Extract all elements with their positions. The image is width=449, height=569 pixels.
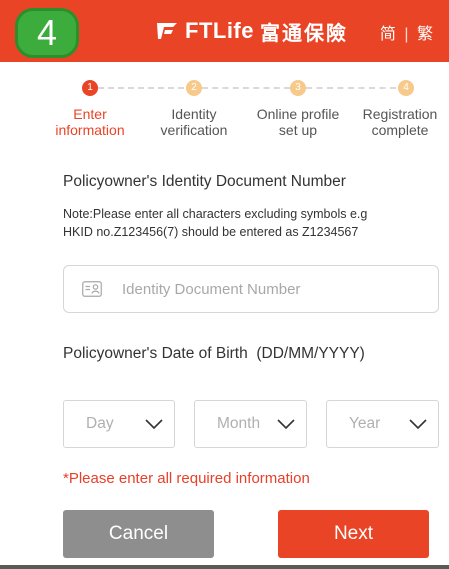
- date-of-birth-heading: Policyowner's Date of Birth (DD/MM/YYYY): [63, 345, 365, 362]
- cancel-button[interactable]: Cancel: [63, 510, 214, 558]
- step-label-enter-information: Enter information: [40, 106, 140, 138]
- day-select[interactable]: Day: [63, 400, 175, 448]
- month-select[interactable]: Month: [194, 400, 307, 448]
- bottom-divider: [0, 565, 449, 569]
- id-number-heading: Policyowner's Identity Document Number: [63, 173, 346, 190]
- step-label-line: set up: [278, 122, 318, 138]
- lang-traditional-chinese[interactable]: 繁: [417, 20, 433, 44]
- logo-text: FTLife: [185, 18, 254, 43]
- step-label-line: Enter: [73, 106, 107, 122]
- step-label-registration-complete: Registration complete: [352, 106, 448, 138]
- step-connector: [306, 87, 396, 89]
- lang-separator: |: [404, 26, 409, 43]
- step-label-line: Registration: [362, 106, 438, 122]
- step-label-line: complete: [371, 122, 429, 138]
- step-label-line: Identity: [171, 106, 217, 122]
- step-label-line: Online profile: [256, 106, 340, 122]
- step-dot-4: 4: [398, 80, 414, 96]
- step-number-badge: 4: [15, 8, 79, 58]
- step-label-line: verification: [160, 122, 228, 138]
- id-card-icon: [82, 281, 102, 297]
- chevron-down-icon: [277, 419, 295, 430]
- id-number-note: Note:Please enter all characters excludi…: [63, 205, 433, 241]
- month-select-label: Month: [217, 415, 261, 432]
- logo-chinese-text: 富通保險: [260, 22, 348, 45]
- step-dot-1: 1: [82, 80, 98, 96]
- language-switcher: 简 | 繁: [380, 20, 433, 44]
- chevron-down-icon: [409, 419, 427, 430]
- id-number-input[interactable]: [122, 280, 422, 298]
- day-select-label: Day: [86, 415, 114, 432]
- year-select-label: Year: [349, 415, 381, 432]
- note-line: HKID no.Z123456(7) should be entered as …: [63, 225, 359, 239]
- year-select[interactable]: Year: [326, 400, 439, 448]
- note-line: Note:Please enter all characters excludi…: [63, 207, 368, 221]
- step-dot-2: 2: [186, 80, 202, 96]
- id-number-field[interactable]: [63, 265, 439, 313]
- registration-stepper: 1 2 3 4 Enter information Identity verif…: [0, 80, 449, 150]
- step-label-identity-verification: Identity verification: [144, 106, 244, 138]
- step-connector: [202, 87, 290, 89]
- step-connector: [98, 87, 184, 89]
- step-label-online-profile: Online profile set up: [248, 106, 348, 138]
- chevron-down-icon: [145, 419, 163, 430]
- required-fields-error: *Please enter all required information: [63, 470, 310, 487]
- ftlife-logo-icon: [157, 23, 177, 39]
- ftlife-logo: FTLife 富通保險: [155, 16, 348, 46]
- step-dot-3: 3: [290, 80, 306, 96]
- lang-simplified-chinese[interactable]: 简: [380, 20, 396, 44]
- step-label-line: information: [55, 122, 125, 138]
- next-button[interactable]: Next: [278, 510, 429, 558]
